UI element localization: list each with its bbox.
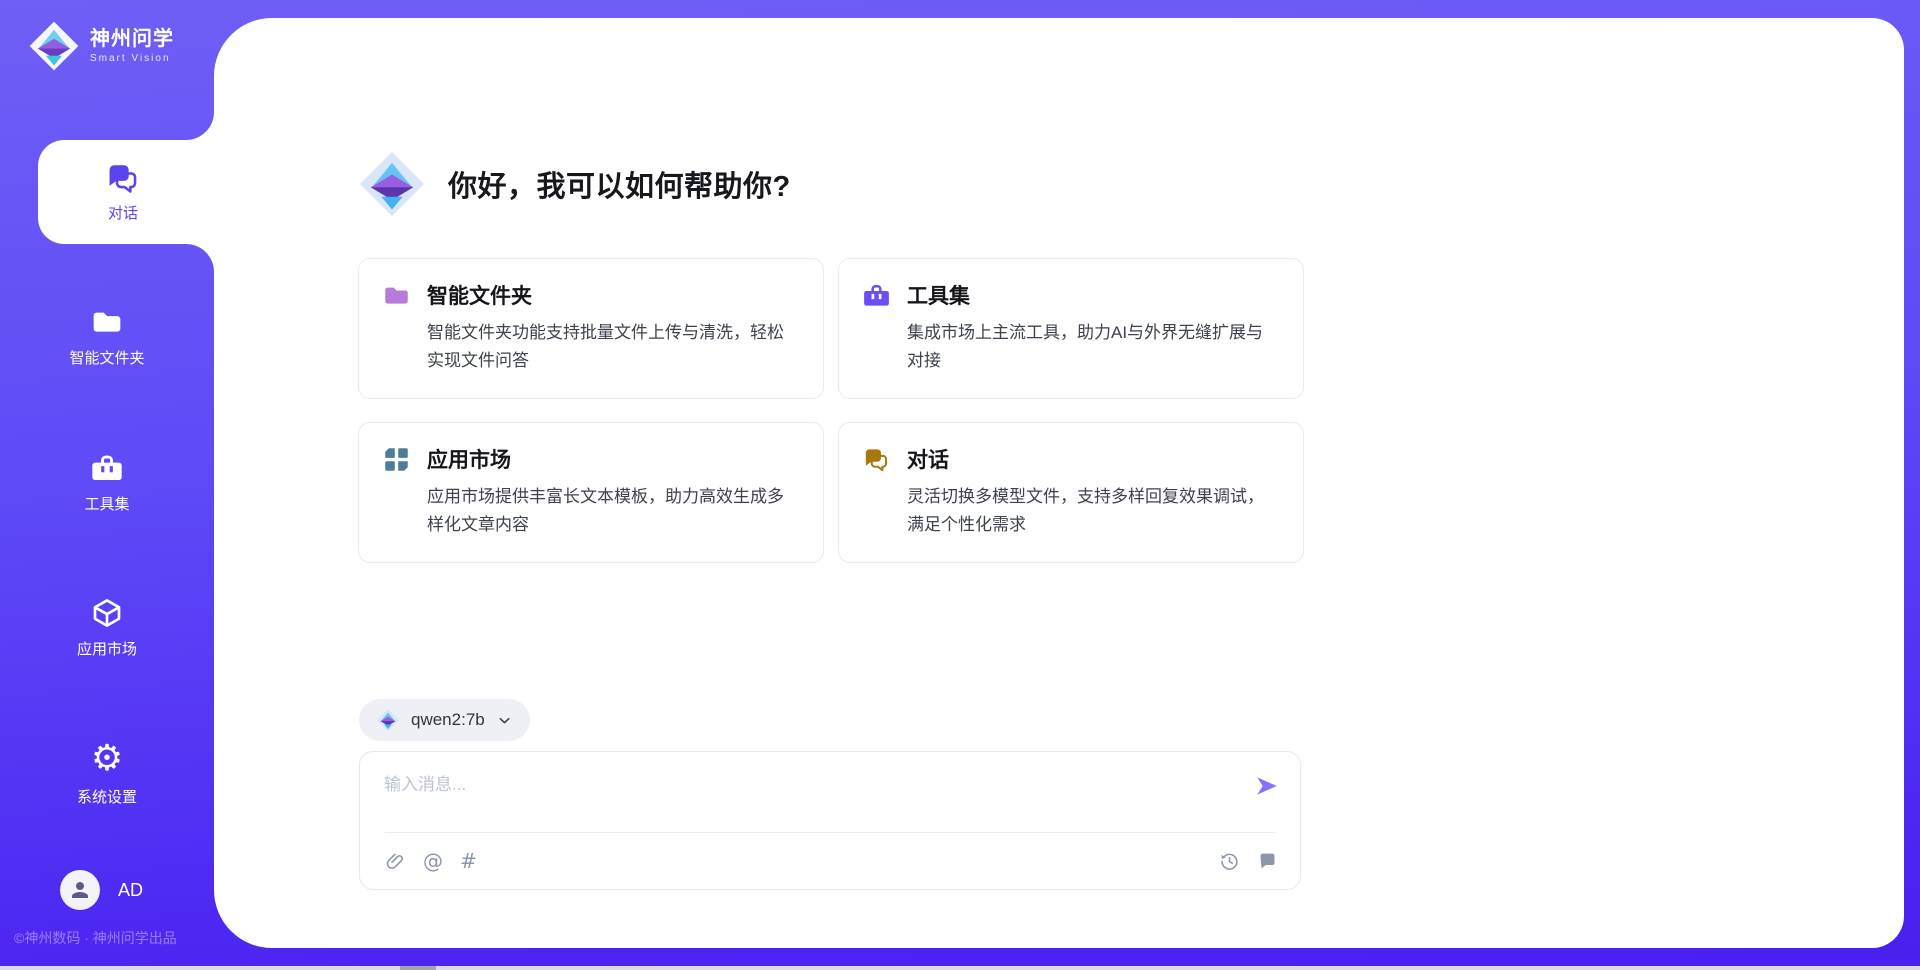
toolbar-left: @ # bbox=[385, 851, 477, 872]
card-header: 智能文件夹 bbox=[383, 280, 799, 310]
sidebar-item-label: 智能文件夹 bbox=[69, 347, 144, 368]
window-bottom-edge bbox=[0, 966, 1920, 970]
send-icon[interactable] bbox=[1254, 773, 1280, 799]
card-title: 应用市场 bbox=[427, 444, 511, 474]
history-icon[interactable] bbox=[1219, 851, 1240, 872]
card-description: 智能文件夹功能支持批量文件上传与清洗，轻松实现文件问答 bbox=[427, 319, 799, 374]
logo-diamond-icon bbox=[358, 150, 426, 218]
card-title: 对话 bbox=[907, 444, 949, 474]
card-smart-folder[interactable]: 智能文件夹 智能文件夹功能支持批量文件上传与清洗，轻松实现文件问答 bbox=[358, 258, 824, 399]
chat-icon bbox=[106, 161, 140, 195]
folder-icon bbox=[91, 306, 123, 338]
scrollbar-thumb[interactable] bbox=[400, 966, 436, 970]
sidebar-item-chat[interactable]: 对话 bbox=[38, 140, 208, 244]
card-header: 应用市场 bbox=[383, 444, 799, 474]
toolbox-icon bbox=[91, 452, 123, 484]
card-chat[interactable]: 对话 灵活切换多模型文件，支持多样回复效果调试，满足个性化需求 bbox=[838, 422, 1304, 563]
brand-subtitle: Smart Vision bbox=[90, 53, 174, 64]
card-title: 工具集 bbox=[907, 280, 970, 310]
card-title: 智能文件夹 bbox=[427, 280, 532, 310]
sidebar: 神州问学 Smart Vision 对话 智能文件夹 工具集 应用市场 ⚙ 系统… bbox=[0, 0, 214, 970]
person-icon bbox=[68, 878, 92, 902]
composer-toolbar: @ # bbox=[385, 833, 1278, 889]
brand-logo-diamond-icon bbox=[28, 20, 80, 72]
card-description: 灵活切换多模型文件，支持多样回复效果调试，满足个性化需求 bbox=[907, 483, 1279, 538]
sidebar-item-smart-folder[interactable]: 智能文件夹 bbox=[0, 300, 214, 392]
logo-diamond-icon bbox=[376, 708, 400, 732]
message-input[interactable] bbox=[384, 770, 1214, 828]
toolbar-right bbox=[1219, 851, 1278, 872]
toolbox-icon bbox=[863, 282, 890, 309]
cube-icon bbox=[91, 597, 123, 629]
avatar bbox=[60, 870, 100, 910]
greeting-block: 你好，我可以如何帮助你? bbox=[358, 150, 791, 218]
sidebar-item-label: 对话 bbox=[108, 202, 138, 223]
chevron-down-icon bbox=[496, 712, 513, 729]
model-name: qwen2:7b bbox=[411, 710, 485, 730]
sidebar-item-settings[interactable]: ⚙ 系统设置 bbox=[0, 737, 214, 829]
feature-cards: 智能文件夹 智能文件夹功能支持批量文件上传与清洗，轻松实现文件问答 工具集 集成… bbox=[358, 258, 1304, 563]
sidebar-item-app-market[interactable]: 应用市场 bbox=[0, 591, 214, 683]
card-header: 工具集 bbox=[863, 280, 1279, 310]
quick-phrase-bubble-icon[interactable] bbox=[1257, 851, 1278, 872]
paperclip-icon[interactable] bbox=[385, 851, 406, 872]
blocks-icon bbox=[383, 446, 410, 473]
message-composer: @ # bbox=[359, 751, 1301, 890]
user-account[interactable]: AD bbox=[60, 870, 143, 910]
brand: 神州问学 Smart Vision bbox=[28, 20, 174, 72]
card-app-market[interactable]: 应用市场 应用市场提供丰富长文本模板，助力高效生成多样化文章内容 bbox=[358, 422, 824, 563]
sidebar-item-toolbox[interactable]: 工具集 bbox=[0, 446, 214, 538]
sidebar-item-label: 系统设置 bbox=[77, 786, 137, 807]
brand-text: 神州问学 Smart Vision bbox=[90, 28, 174, 64]
hashtag-icon[interactable]: # bbox=[460, 851, 477, 872]
mention-at-icon[interactable]: @ bbox=[423, 851, 443, 872]
brand-name: 神州问学 bbox=[90, 28, 174, 50]
chat-icon bbox=[863, 446, 890, 473]
card-header: 对话 bbox=[863, 444, 1279, 474]
card-description: 应用市场提供丰富长文本模板，助力高效生成多样化文章内容 bbox=[427, 483, 799, 538]
copyright-footer: ©神州数码 · 神州问学出品 bbox=[14, 928, 177, 948]
model-selector[interactable]: qwen2:7b bbox=[359, 699, 530, 741]
sidebar-item-label: 应用市场 bbox=[77, 638, 137, 659]
gear-icon: ⚙ bbox=[91, 743, 123, 777]
card-description: 集成市场上主流工具，助力AI与外界无缝扩展与对接 bbox=[907, 319, 1279, 374]
folder-icon bbox=[383, 282, 410, 309]
card-toolbox[interactable]: 工具集 集成市场上主流工具，助力AI与外界无缝扩展与对接 bbox=[838, 258, 1304, 399]
user-initials: AD bbox=[118, 880, 143, 901]
greeting-title: 你好，我可以如何帮助你? bbox=[448, 163, 791, 205]
sidebar-item-label: 工具集 bbox=[84, 493, 129, 514]
